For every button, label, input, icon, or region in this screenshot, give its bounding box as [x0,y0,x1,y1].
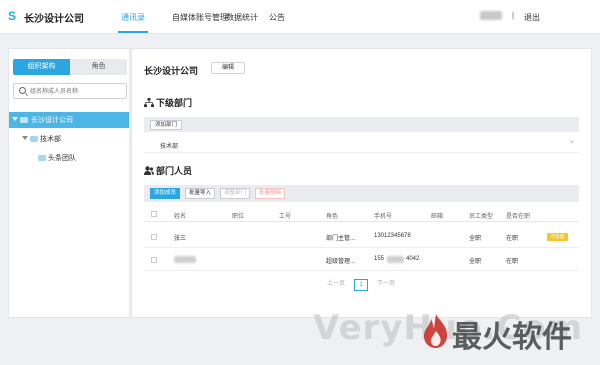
row-checkbox[interactable] [151,257,157,263]
edit-button[interactable]: 编辑 [211,62,245,74]
users-icon [144,166,154,175]
main-panel: 长沙设计公司 编辑 下级部门 添加部门 技术部 > 部门人员 添加成员 批量导入… [131,48,592,318]
user-name-blurred[interactable] [480,11,502,20]
caret-down-icon[interactable] [12,117,18,121]
folder-icon [38,155,46,161]
tree-item-label: 头条团队 [48,155,76,162]
member-phone: 13012345678 [374,233,411,239]
member-type: 全职 [469,236,482,242]
member-role: 部门主管... [326,236,356,242]
search-input[interactable] [30,86,124,97]
move-department-button[interactable]: 调整部门 [220,188,251,199]
member-phone-blurred [387,256,404,263]
select-all-checkbox[interactable] [151,211,157,217]
tree-item-label: 长沙设计公司 [31,117,73,124]
admin-badge: 次管理 [547,233,568,241]
member-phone-suffix: 4042 [406,256,420,262]
app-logo-icon: S [8,9,17,23]
nav-statistics[interactable]: 数据统计 [226,12,258,23]
sub-dept-toolbar: 添加部门 [144,117,579,132]
add-department-button[interactable]: 添加部门 [150,120,183,130]
logout-link[interactable]: 退出 [524,12,540,23]
col-email: 邮箱 [431,214,444,220]
tree-item-company[interactable]: 长沙设计公司 [9,112,129,128]
row-checkbox[interactable] [151,234,157,240]
search-icon [19,87,26,94]
page-number-button[interactable]: 1 [354,279,368,291]
sidebar-search[interactable] [13,83,127,99]
sub-dept-name: 技术部 [160,144,179,150]
nav-contacts[interactable]: 通讯录 [121,12,145,23]
caret-down-icon[interactable] [22,136,28,140]
page-title: 长沙设计公司 [144,66,199,76]
list-item[interactable]: 技术部 > [144,137,579,153]
nav-media-accounts[interactable]: 自媒体账号管理 [172,12,228,23]
member-role: 超级管理... [326,259,356,265]
tree-item-toutiao-team[interactable]: 头条团队 [9,150,129,166]
col-role: 角色 [326,214,339,220]
bulk-delete-button[interactable]: 批量删除 [255,188,286,199]
nav-announcements[interactable]: 公告 [269,12,285,23]
chevron-right-icon[interactable]: > [570,140,574,146]
top-navigation-bar: S 长沙设计公司 通讯录 自媒体账号管理 数据统计 公告 | 退出 [0,0,600,34]
member-status: 在职 [506,259,519,265]
members-toolbar: 添加成员 批量导入 调整部门 批量删除 [144,185,579,202]
members-title: 部门人员 [156,166,193,176]
table-row[interactable]: 张三 部门主管... 13012345678 全职 在职 次管理 [144,226,579,248]
col-position: 职位 [232,214,245,220]
sidebar: 组织架构 角色 长沙设计公司 技术部 头条团队 [8,48,130,318]
prev-page-button[interactable]: 上一页 [327,279,345,291]
tab-roles[interactable]: 角色 [70,59,127,75]
table-row[interactable]: 超级管理... 155 4042 全职 在职 [144,249,579,271]
tab-organization[interactable]: 组织架构 [13,59,70,75]
member-name-blurred [174,256,196,263]
next-page-button[interactable]: 下一页 [377,279,395,291]
watermark-brand: 最火软件 [452,320,572,355]
member-phone-prefix: 155 [374,256,385,262]
flame-logo-icon [424,314,448,348]
add-member-button[interactable]: 添加成员 [150,188,181,199]
member-type: 全职 [469,259,482,265]
active-nav-indicator [118,31,148,33]
org-chart-icon [144,98,154,107]
col-employee-type: 员工类型 [469,214,494,220]
folder-icon [20,117,28,123]
member-name: 张三 [174,236,187,242]
folder-icon [30,136,38,142]
company-name: 长沙设计公司 [24,14,84,25]
separator: | [512,11,515,20]
tree-item-tech-dept[interactable]: 技术部 [9,131,129,147]
sub-dept-title: 下级部门 [156,98,193,108]
col-employment-status: 是否在职 [506,214,531,220]
tree-item-label: 技术部 [40,136,61,143]
member-status: 在职 [506,236,519,242]
col-phone: 手机号 [374,214,393,220]
bulk-import-button[interactable]: 批量导入 [185,188,216,199]
members-table-header: 姓名 职位 工号 角色 手机号 邮箱 员工类型 是否在职 [144,206,579,222]
col-name: 姓名 [174,214,187,220]
col-employee-id: 工号 [279,214,292,220]
sidebar-tabs: 组织架构 角色 [13,59,127,75]
